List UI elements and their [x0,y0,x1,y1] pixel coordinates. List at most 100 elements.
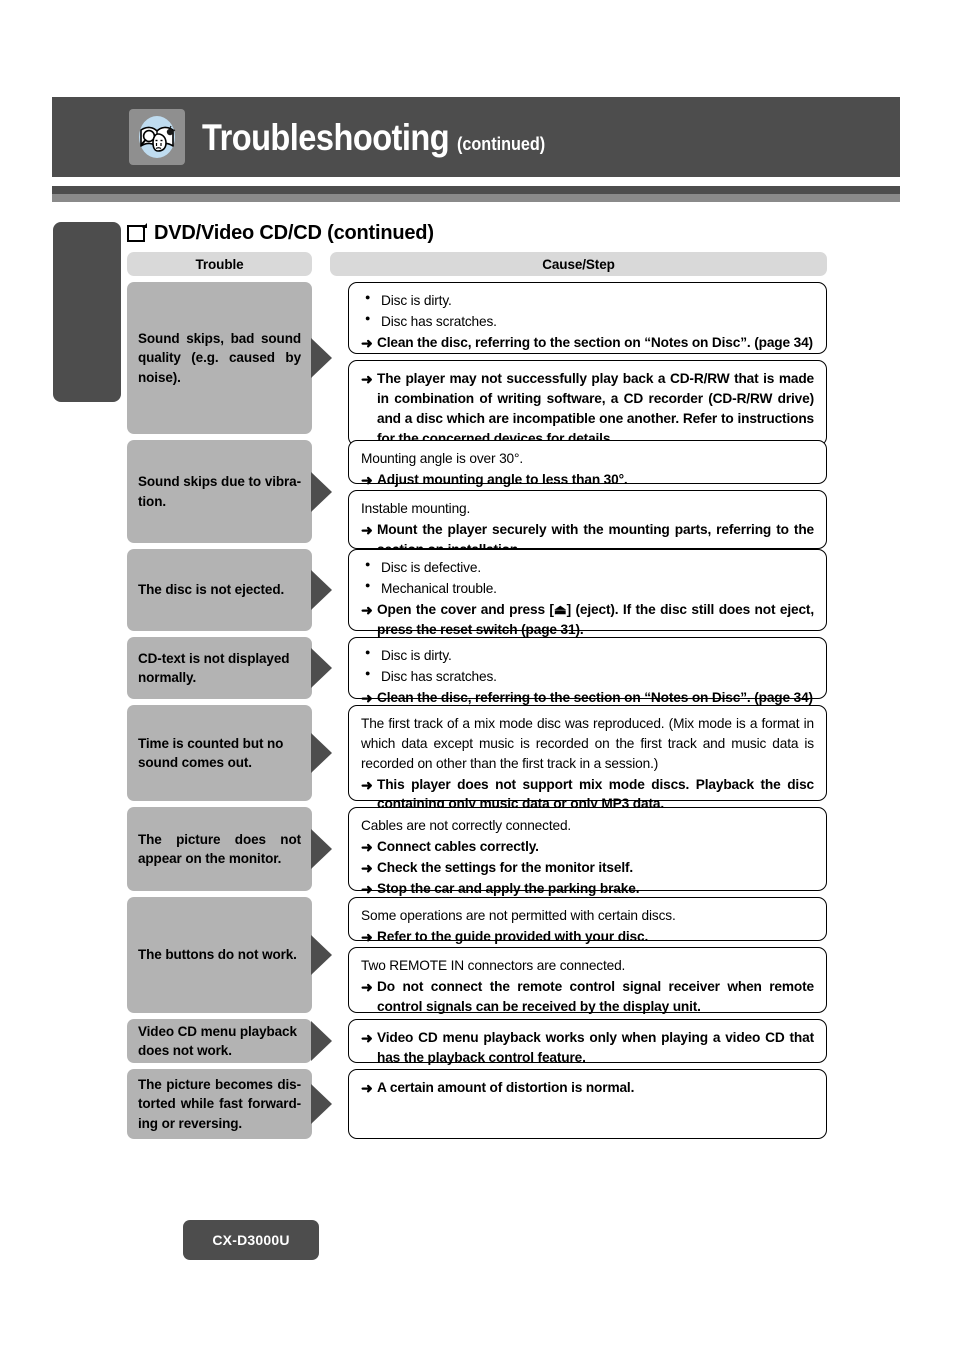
cause-step-cell: The first track of a mix mode disc was r… [348,705,827,811]
column-header-trouble: Trouble [127,252,312,276]
table-row: Sound skips, bad sound quality (e.g. cau… [127,282,827,446]
bullet-icon: ● [365,579,371,590]
table-row: Video CD menu playback does not work. ➜ Vi… [127,1019,827,1065]
row-pointer-arrow-icon [311,282,332,434]
trouble-cell: Video CD menu playback does not work. [127,1019,312,1063]
header-separator-gray [52,194,900,202]
cause-step-line: The first track of a mix mode disc was r… [361,714,814,774]
cause-step-line: Instable mounting. [361,499,814,519]
triangle-right-icon [311,935,332,975]
bullet-icon: ● [365,312,371,323]
cause-step-cell: ➜ A certain amount of distortion is norma… [348,1069,827,1139]
cause-step-text: Clean the disc, referring to the section… [377,334,813,350]
trouble-text: Time is counted but no sound comes out. [138,735,284,770]
troubleshooting-icon [129,109,185,165]
cause-step-cell: Some operations are not permitted with c… [348,897,827,1014]
cause-step-line: ➜ Refer to the guide provided with your d… [361,927,814,947]
arrow-right-icon: ➜ [361,471,373,488]
cause-step-text: Disc has scratches. [381,313,497,329]
table-row: The picture does not appear on the monit… [127,807,827,897]
row-pointer-arrow-icon [311,440,332,543]
cause-step-line: ● Disc has scratches. [361,667,814,687]
column-header-cause-step: Cause/Step [330,252,827,276]
arrow-right-icon: ➜ [361,521,373,538]
page-title-suffix: (continued) [456,133,545,154]
triangle-right-icon [311,338,332,378]
cause-step-line: ● Mechanical trouble. [361,579,814,599]
cause-step-text: Mounting angle is over 30°. [361,451,523,466]
cause-step-box: ➜ The player may not successfully play ba… [348,360,827,446]
cause-step-text: Two REMOTE IN connectors are connected. [361,958,626,973]
bullet-icon: ● [365,559,371,569]
triangle-right-icon [311,1021,332,1061]
trouble-cell: The picture becomes dis-torted while fas… [127,1069,312,1139]
cause-step-box: ● Disc is dirty. ● Disc has scratches. ➜ Clea… [348,282,827,354]
cause-step-line: ● Disc has scratches. [361,312,814,332]
cause-step-cell: ➜ Video CD menu playback works only when … [348,1019,827,1065]
header-separator-dark [52,186,900,194]
cause-step-text: Video CD menu playback works only when p… [377,1030,814,1065]
row-pointer-arrow-icon [311,549,332,631]
trouble-text: CD-text is not displayed normally. [138,650,290,685]
trouble-text: Video CD menu playback does not work. [138,1023,297,1058]
trouble-text: The buttons do not work. [138,947,297,963]
cause-step-box: ● Disc is dirty. ● Disc has scratches. ➜ Clea… [348,637,827,706]
cause-step-text: Disc is defective. [381,560,481,575]
triangle-right-icon [311,648,332,688]
table-row: Sound skips due to vibra-tion. Mounting a… [127,440,827,557]
row-pointer-arrow-icon [311,1069,332,1139]
cause-step-line: ● Disc is defective. [361,558,814,578]
cause-step-line: ● Disc is dirty. [361,646,814,666]
trouble-cell: Sound skips, bad sound quality (e.g. cau… [127,282,312,434]
cause-step-box: ➜ A certain amount of distortion is norma… [348,1069,827,1139]
side-index-tab [53,222,121,402]
trouble-cell: Sound skips due to vibra-tion. [127,440,312,543]
cause-step-line: ➜ Clean the disc, referring to the sectio… [361,333,814,353]
arrow-right-icon: ➜ [361,1080,373,1096]
arrow-right-icon: ➜ [361,776,373,793]
arrow-right-icon: ➜ [361,371,373,387]
section-title: DVD/Video CD/CD (continued) [154,221,434,244]
arrow-right-icon: ➜ [361,978,373,995]
trouble-cell: The disc is not ejected. [127,549,312,631]
table-row: The picture becomes dis-torted while fas… [127,1069,827,1139]
trouble-text: The disc is not ejected. [138,582,285,598]
arrow-right-icon: ➜ [361,928,373,945]
cause-step-cell: ● Disc is defective. ● Mechanical trouble. ➜… [348,549,827,637]
triangle-right-icon [311,471,332,512]
page-title: Troubleshooting [202,116,450,158]
cause-step-line: ➜ Open the cover and press [⏏] (eject). I… [361,600,814,640]
trouble-cell: The picture does not appear on the monit… [127,807,312,891]
table-row: CD-text is not displayed normally. ● Disc … [127,637,827,706]
model-badge: CX-D3000U [183,1220,319,1260]
cause-step-box: Instable mounting. ➜ Mount the player secu… [348,490,827,557]
table-header-row: Trouble Cause/Step [127,252,827,276]
cause-step-text: Adjust mounting angle to less than 30°. [377,471,628,487]
triangle-right-icon [311,570,332,610]
cause-step-line: ➜ Video CD menu playback works only when … [361,1028,814,1068]
row-pointer-arrow-icon [311,897,332,1013]
cause-step-text: Open the cover and press [⏏] (eject). If… [377,601,814,637]
trouble-cell: CD-text is not displayed normally. [127,637,312,699]
cause-step-text: Disc has scratches. [381,668,497,684]
trouble-text: Sound skips due to vibra-tion. [138,474,301,509]
cause-step-text: The player may not successfully play bac… [377,371,814,446]
triangle-right-icon [311,733,332,773]
arrow-right-icon: ➜ [361,838,373,855]
cause-step-text: Do not connect the remote control signal… [377,978,814,1014]
cause-step-box: Some operations are not permitted with c… [348,897,827,945]
row-pointer-arrow-icon [311,705,332,801]
cause-step-text: Check the settings for the monitor itsel… [377,860,634,876]
bullet-icon: ● [365,292,371,302]
cause-step-cell: ● Disc is dirty. ● Disc has scratches. ➜ Clea… [348,282,827,446]
cause-step-box: ● Disc is defective. ● Mechanical trouble. ➜… [348,549,827,637]
arrow-right-icon: ➜ [361,334,373,351]
trouble-cell: Time is counted but no sound comes out. [127,705,312,801]
page-header: Troubleshooting (continued) [52,97,900,177]
cause-step-text: Cables are not correctly connected. [361,818,572,833]
cause-step-cell: Mounting angle is over 30°. ➜ Adjust mount… [348,440,827,557]
cause-step-text: Some operations are not permitted with c… [361,908,676,923]
troubleshooting-table: Trouble Cause/Step Sound skips, bad soun… [127,252,827,1145]
cause-step-box: Cables are not correctly connected. ➜ Conn… [348,807,827,897]
triangle-right-icon [311,829,332,869]
